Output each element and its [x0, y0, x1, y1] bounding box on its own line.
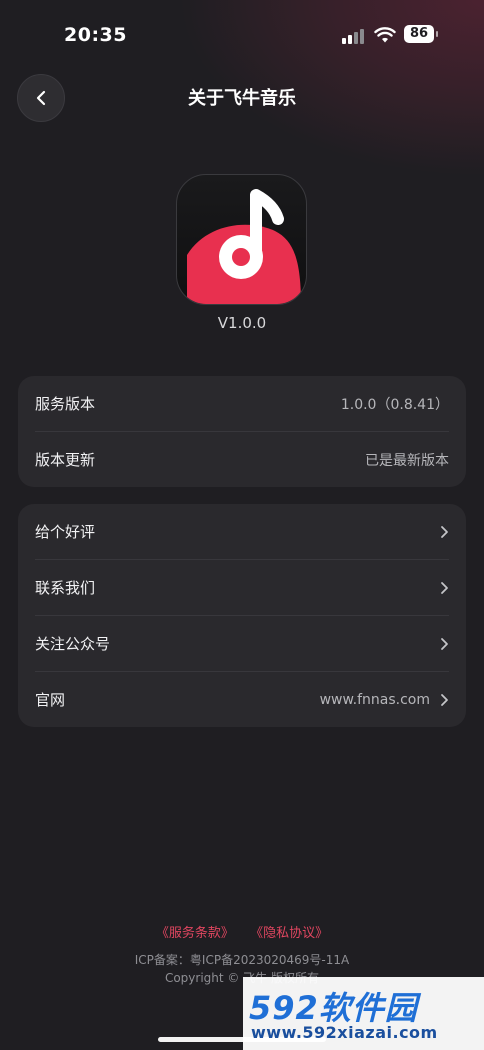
music-note-logo-icon — [187, 189, 301, 304]
wifi-icon — [374, 27, 396, 43]
terms-of-service-link[interactable]: 《服务条款》 — [156, 926, 234, 941]
contact-us-row[interactable]: 联系我们 — [35, 560, 449, 616]
chevron-right-icon — [441, 525, 448, 538]
row-value: 已是最新版本 — [365, 452, 449, 469]
row-label: 联系我们 — [35, 579, 96, 597]
row-label: 关注公众号 — [35, 635, 111, 653]
cellular-signal-icon — [342, 28, 364, 44]
row-value: 1.0.0（0.8.41） — [340, 396, 449, 413]
row-value: www.fnnas.com — [320, 692, 449, 708]
version-update-row[interactable]: 版本更新 已是最新版本 — [35, 432, 449, 487]
row-value — [440, 581, 449, 595]
links-card: 给个好评 联系我们 关注公众号 官网 www.fnnas.com — [18, 504, 466, 727]
status-bar: 20:35 86 — [0, 0, 484, 70]
row-label: 给个好评 — [35, 523, 96, 541]
row-value — [440, 637, 449, 651]
battery-indicator: 86 — [404, 25, 438, 43]
chevron-right-icon — [441, 581, 448, 594]
watermark-text: 软件园 — [318, 989, 418, 1027]
follow-official-account-row[interactable]: 关注公众号 — [35, 616, 449, 672]
app-version: V1.0.0 — [217, 314, 267, 332]
row-label: 版本更新 — [35, 451, 96, 469]
version-info-card: 服务版本 1.0.0（0.8.41） 版本更新 已是最新版本 — [18, 376, 466, 487]
chevron-right-icon — [441, 637, 448, 650]
rate-app-row[interactable]: 给个好评 — [35, 504, 449, 560]
app-logo — [176, 174, 307, 305]
page-title: 关于飞牛音乐 — [188, 88, 296, 109]
official-website-row[interactable]: 官网 www.fnnas.com — [35, 672, 449, 727]
watermark-logo: 592软件园 www.592xiazai.com — [243, 977, 484, 1050]
watermark-url: www.592xiazai.com — [251, 1023, 438, 1042]
row-label: 官网 — [35, 691, 66, 709]
website-url: www.fnnas.com — [319, 691, 430, 708]
service-version-row: 服务版本 1.0.0（0.8.41） — [35, 376, 449, 432]
watermark-number: 592 — [249, 989, 319, 1027]
row-value — [440, 525, 449, 539]
legal-links: 《服务条款》 《隐私协议》 — [0, 922, 484, 941]
privacy-policy-link[interactable]: 《隐私协议》 — [250, 926, 328, 941]
chevron-right-icon — [441, 693, 448, 706]
row-label: 服务版本 — [35, 395, 96, 413]
status-time: 20:35 — [64, 24, 127, 46]
icp-filing-text: ICP备案：粤ICP备2023020469号-11A — [134, 953, 350, 967]
